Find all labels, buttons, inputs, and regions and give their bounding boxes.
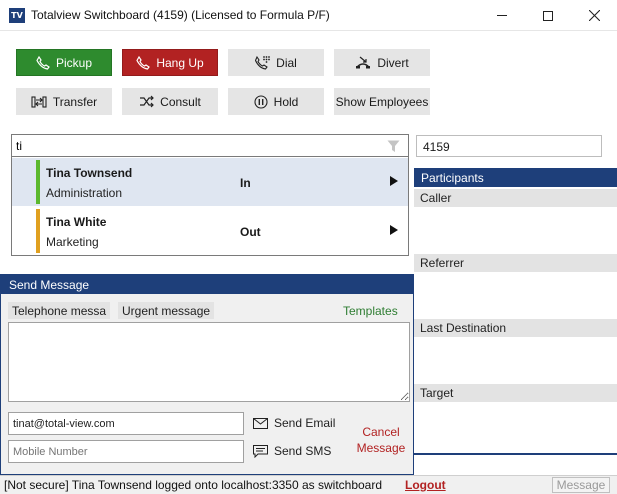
sms-chat-icon bbox=[253, 444, 268, 458]
divert-label: Divert bbox=[377, 55, 409, 70]
expand-arrow-icon[interactable] bbox=[390, 176, 398, 186]
caller-label: Caller bbox=[414, 189, 617, 207]
referrer-area bbox=[414, 272, 617, 319]
show-employees-label: Show Employees bbox=[335, 94, 429, 109]
expand-arrow-icon[interactable] bbox=[390, 225, 398, 235]
minimize-icon bbox=[497, 15, 507, 16]
hold-label: Hold bbox=[273, 94, 299, 109]
cancel-label: Cancel bbox=[362, 425, 400, 439]
close-icon bbox=[588, 10, 600, 21]
employee-status: Out bbox=[240, 225, 261, 239]
last-destination-area bbox=[414, 337, 617, 384]
pickup-button[interactable]: Pickup bbox=[16, 49, 112, 76]
phone-icon bbox=[36, 55, 50, 70]
pickup-label: Pickup bbox=[55, 55, 93, 70]
consult-label: Consult bbox=[160, 94, 201, 109]
hangup-label: Hang Up bbox=[156, 55, 204, 70]
send-sms-label: Send SMS bbox=[274, 444, 332, 458]
mobile-number-field[interactable] bbox=[8, 440, 244, 463]
caller-area bbox=[414, 207, 617, 254]
logout-link[interactable]: Logout bbox=[405, 478, 446, 492]
employee-name: Tina Townsend bbox=[46, 166, 133, 180]
send-email-button[interactable]: Send Email bbox=[253, 416, 335, 430]
message-body-input[interactable] bbox=[8, 322, 410, 402]
participants-header: Participants bbox=[414, 168, 617, 187]
employee-department: Marketing bbox=[46, 235, 99, 249]
divider bbox=[414, 453, 617, 455]
list-item[interactable]: Tina Townsend Administration In bbox=[12, 158, 408, 206]
extension-field[interactable]: 4159 bbox=[416, 135, 602, 157]
referrer-label: Referrer bbox=[414, 254, 617, 272]
target-area bbox=[414, 402, 617, 453]
email-field[interactable] bbox=[8, 412, 244, 435]
close-button[interactable] bbox=[571, 0, 617, 31]
consult-button[interactable]: Consult bbox=[122, 88, 218, 115]
dial-button[interactable]: Dial bbox=[228, 49, 324, 76]
send-sms-button[interactable]: Send SMS bbox=[253, 444, 331, 458]
message-button[interactable]: Message bbox=[552, 477, 610, 493]
cancel-message-button[interactable]: Cancel Message bbox=[353, 424, 409, 456]
transfer-icon bbox=[31, 95, 47, 108]
search-box bbox=[11, 134, 409, 157]
connection-status-text: [Not secure] Tina Townsend logged onto l… bbox=[4, 478, 383, 492]
template-urgent-message[interactable]: Urgent message bbox=[118, 302, 215, 319]
pause-icon bbox=[254, 94, 268, 109]
show-employees-button[interactable]: Show Employees bbox=[334, 88, 430, 115]
employee-status: In bbox=[240, 176, 251, 190]
target-label: Target bbox=[414, 384, 617, 402]
employee-name: Tina White bbox=[46, 215, 107, 229]
hold-button[interactable]: Hold bbox=[228, 88, 324, 115]
divert-icon bbox=[356, 56, 371, 68]
shuffle-icon bbox=[140, 95, 155, 108]
dial-label: Dial bbox=[276, 55, 297, 70]
transfer-button[interactable]: Transfer bbox=[16, 88, 112, 115]
title-bar: TV Totalview Switchboard (4159) (License… bbox=[0, 0, 617, 31]
filter-icon[interactable] bbox=[387, 140, 400, 153]
transfer-label: Transfer bbox=[52, 94, 98, 109]
last-destination-label: Last Destination bbox=[414, 319, 617, 337]
divert-button[interactable]: Divert bbox=[334, 49, 430, 76]
search-results: Tina Townsend Administration In Tina Whi… bbox=[11, 157, 409, 256]
send-email-label: Send Email bbox=[274, 416, 336, 430]
template-telephone-message[interactable]: Telephone messa bbox=[8, 302, 111, 319]
send-message-title: Send Message bbox=[1, 275, 413, 294]
hangup-button[interactable]: Hang Up bbox=[122, 49, 218, 76]
dialpad-phone-icon bbox=[255, 55, 271, 70]
employee-department: Administration bbox=[46, 186, 123, 200]
search-input[interactable] bbox=[16, 138, 376, 154]
phone-icon bbox=[136, 55, 151, 70]
send-message-dialog: Send Message Telephone messa Urgent mess… bbox=[0, 274, 414, 475]
window-title: Totalview Switchboard (4159) (Licensed t… bbox=[31, 8, 330, 22]
envelope-icon bbox=[253, 417, 268, 429]
presence-indicator bbox=[36, 160, 40, 204]
app-logo-icon: TV bbox=[9, 8, 25, 23]
message-label: Message bbox=[356, 441, 406, 455]
list-item[interactable]: Tina White Marketing Out bbox=[12, 207, 408, 255]
maximize-icon bbox=[543, 10, 553, 21]
status-bar: [Not secure] Tina Townsend logged onto l… bbox=[0, 475, 617, 494]
presence-indicator bbox=[36, 209, 40, 253]
templates-link[interactable]: Templates bbox=[343, 304, 398, 318]
maximize-button[interactable] bbox=[525, 0, 571, 31]
minimize-button[interactable] bbox=[479, 0, 525, 31]
